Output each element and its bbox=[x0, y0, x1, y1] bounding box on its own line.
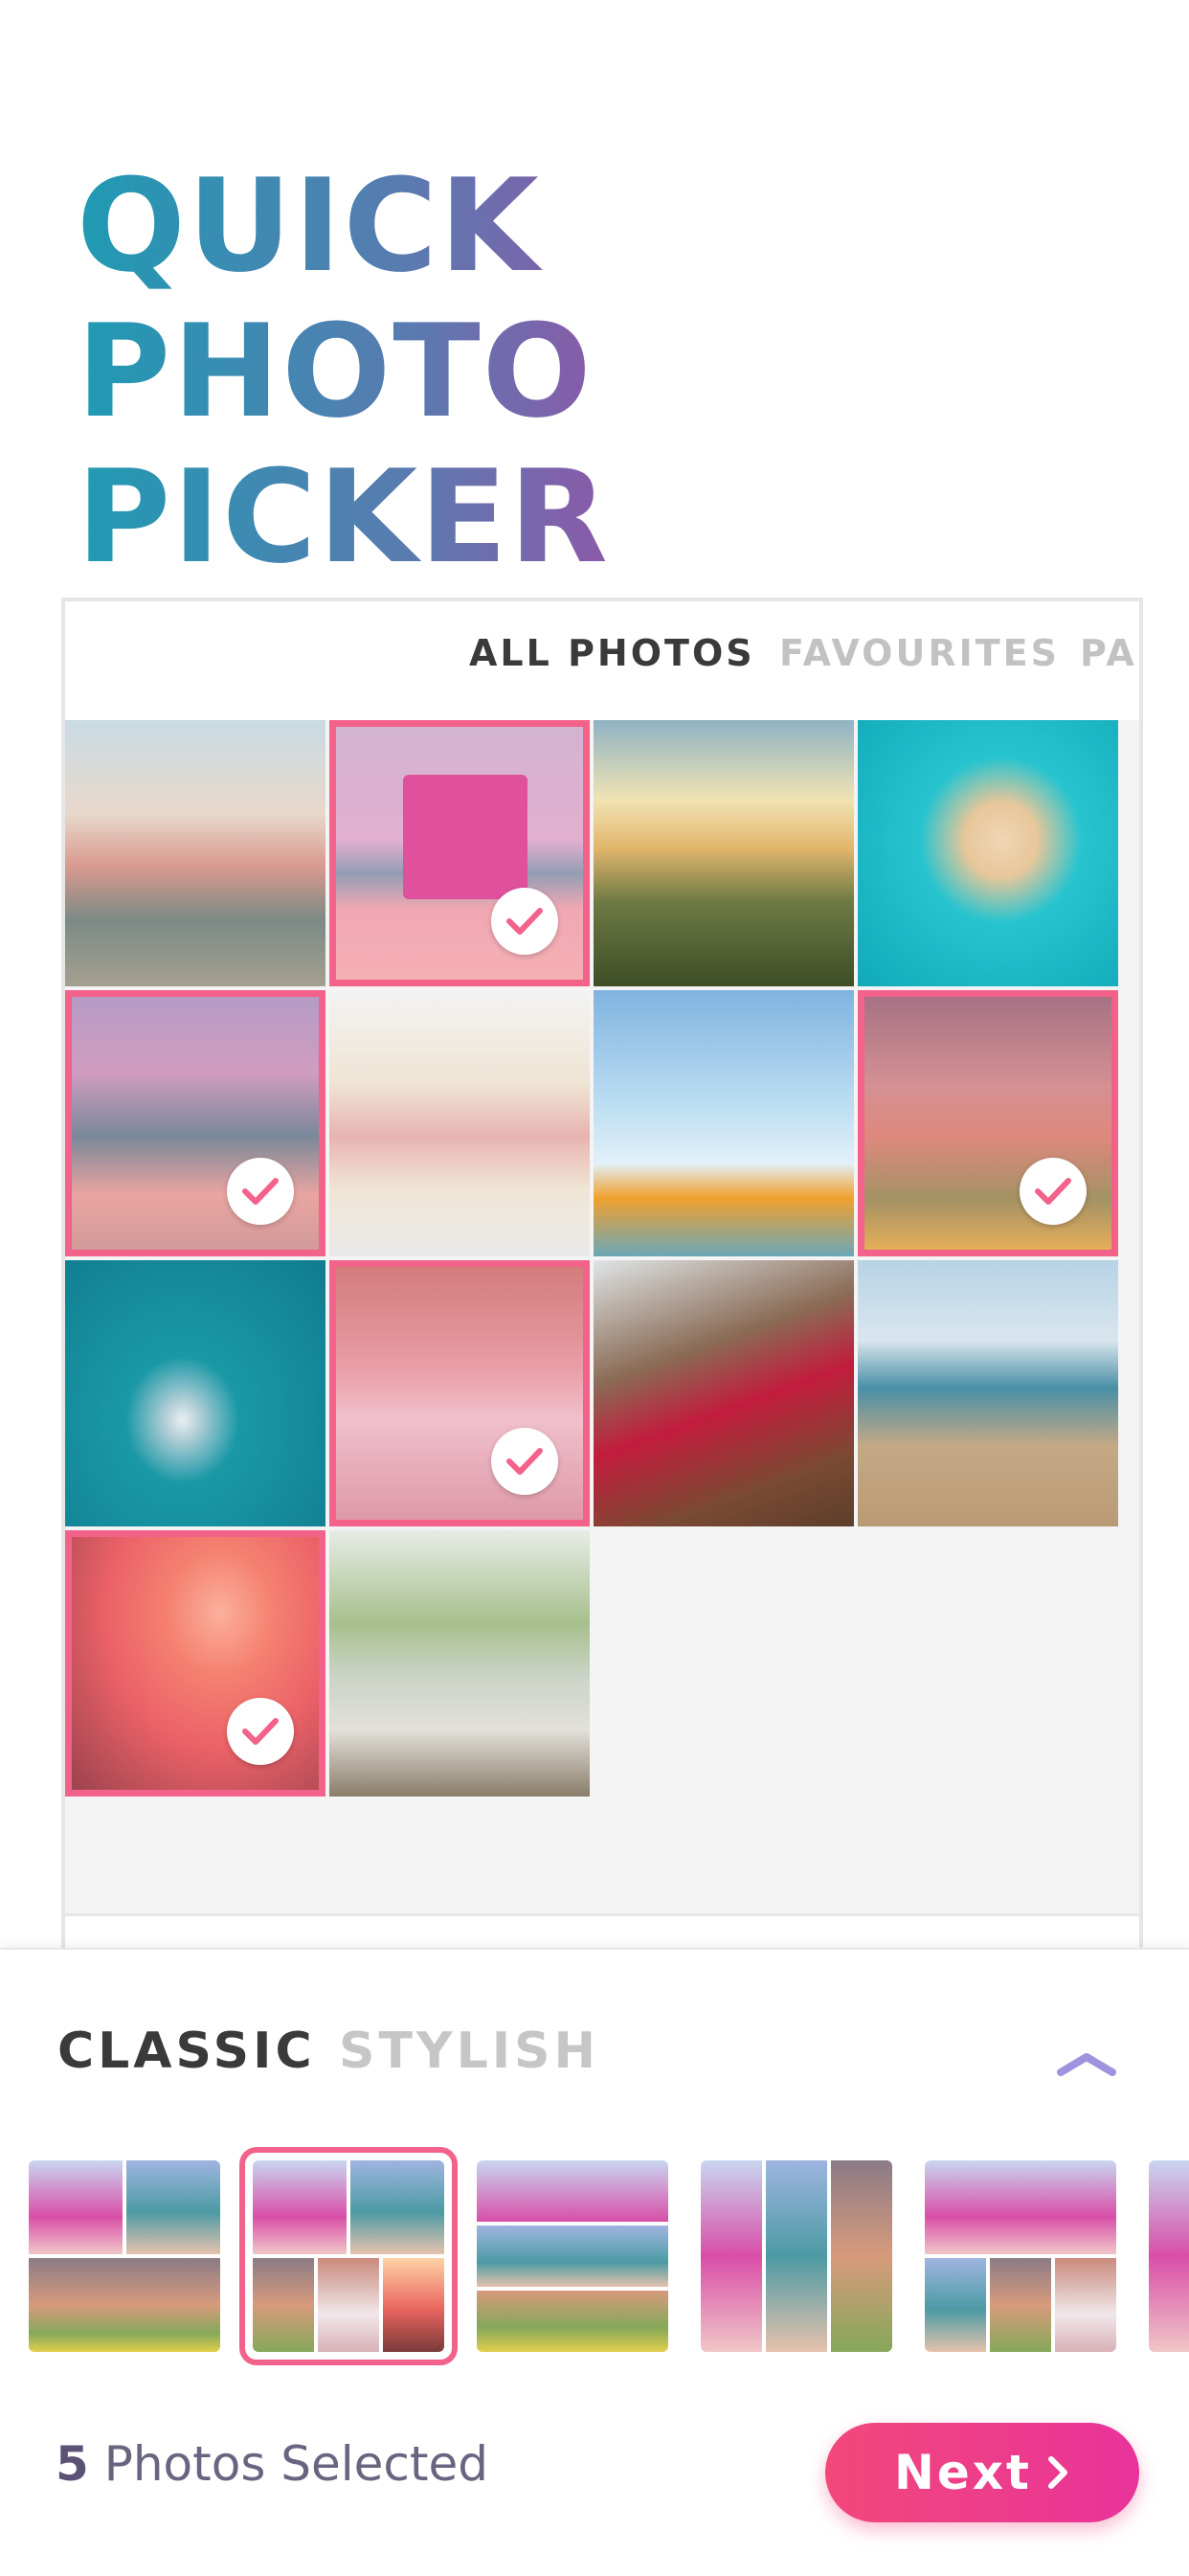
next-button-label: Next bbox=[894, 2445, 1032, 2500]
photo-12[interactable] bbox=[858, 1260, 1118, 1526]
next-button[interactable]: Next bbox=[825, 2423, 1139, 2522]
page-title: QUICK PHOTO PICKER bbox=[77, 153, 1034, 590]
photo-image bbox=[329, 990, 590, 1256]
chevron-up-icon[interactable] bbox=[1053, 2044, 1120, 2082]
tab-stylish[interactable]: STYLISH bbox=[339, 2022, 599, 2080]
template-2[interactable] bbox=[253, 2160, 444, 2352]
photo-8[interactable] bbox=[858, 990, 1118, 1256]
photo-6[interactable] bbox=[329, 990, 590, 1256]
photo-11[interactable] bbox=[594, 1260, 854, 1526]
photo-14[interactable] bbox=[329, 1530, 590, 1796]
photo-image bbox=[858, 720, 1118, 986]
check-icon bbox=[491, 1428, 558, 1495]
photo-image bbox=[329, 1530, 590, 1796]
check-icon bbox=[1020, 1158, 1087, 1225]
template-1[interactable] bbox=[29, 2160, 220, 2352]
selection-count-number: 5 bbox=[56, 2436, 89, 2492]
photo-1[interactable] bbox=[65, 720, 325, 986]
album-tabs: ALL PHOTOS FAVOURITES PA bbox=[65, 601, 1139, 720]
photo-13[interactable] bbox=[65, 1530, 325, 1796]
photo-10[interactable] bbox=[329, 1260, 590, 1526]
photo-image bbox=[65, 1260, 325, 1526]
photo-image bbox=[858, 1260, 1118, 1526]
photo-image bbox=[594, 1260, 854, 1526]
template-3[interactable] bbox=[477, 2160, 668, 2352]
check-icon bbox=[491, 888, 558, 955]
chevron-right-icon bbox=[1047, 2456, 1067, 2489]
selection-count: 5 Photos Selected bbox=[56, 2436, 488, 2492]
photo-image bbox=[594, 720, 854, 986]
check-icon bbox=[227, 1158, 294, 1225]
photo-3[interactable] bbox=[594, 720, 854, 986]
selection-count-label: Photos Selected bbox=[103, 2436, 489, 2492]
template-4[interactable] bbox=[701, 2160, 892, 2352]
tab-favourites[interactable]: FAVOURITES bbox=[779, 632, 1060, 674]
tab-classic[interactable]: CLASSIC bbox=[57, 2022, 316, 2080]
photo-picker-panel: ALL PHOTOS FAVOURITES PA bbox=[61, 598, 1143, 1961]
photo-4[interactable] bbox=[858, 720, 1118, 986]
tab-all-photos[interactable]: ALL PHOTOS bbox=[469, 632, 755, 674]
photo-7[interactable] bbox=[594, 990, 854, 1256]
photo-image bbox=[594, 990, 854, 1256]
photo-5[interactable] bbox=[65, 990, 325, 1256]
template-5[interactable] bbox=[925, 2160, 1116, 2352]
check-icon bbox=[227, 1698, 294, 1765]
tab-partial[interactable]: PA bbox=[1080, 632, 1137, 674]
photo-image bbox=[65, 720, 325, 986]
photo-9[interactable] bbox=[65, 1260, 325, 1526]
template-6[interactable] bbox=[1149, 2160, 1189, 2352]
photo-2[interactable] bbox=[329, 720, 590, 986]
